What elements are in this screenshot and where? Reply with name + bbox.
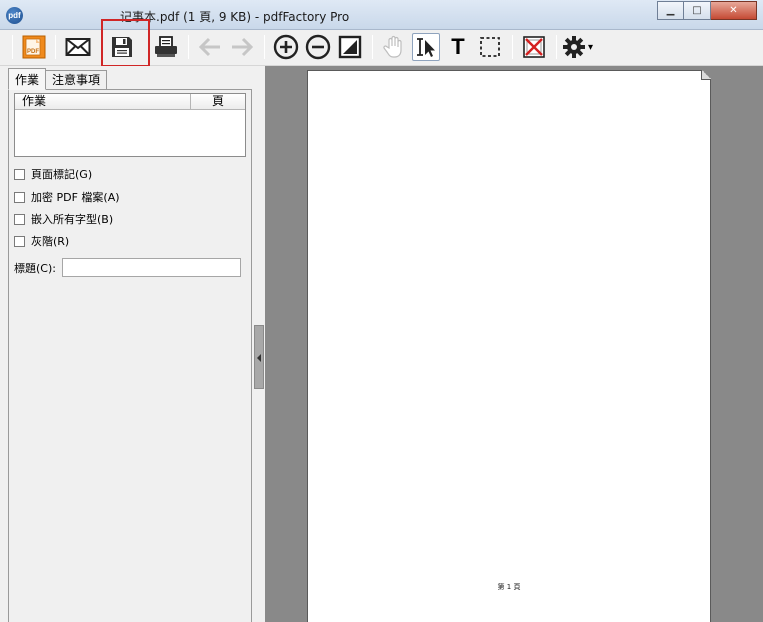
settings-button[interactable]: ▾ [562,33,602,61]
arrow-right-icon [232,37,254,57]
title-field-row: 標題(C): [14,258,241,277]
checkbox-label: 加密 PDF 檔案(A) [31,191,120,204]
arrow-left-icon [198,37,220,57]
pdf-file-button[interactable]: PDF [20,33,48,61]
checkbox-label: 嵌入所有字型(B) [31,213,114,226]
delete-page-icon [523,36,545,58]
tab-jobs[interactable]: 作業 [8,68,47,90]
svg-text:PDF: PDF [27,49,39,55]
zoom-in-button[interactable] [272,33,300,61]
toolbar-separator [55,35,56,59]
checkbox-label: 頁面標記(G) [31,168,93,181]
window-title: 记事本.pdf (1 頁, 9 KB) - pdfFactory Pro [120,10,350,24]
toolbar-separator [12,35,13,59]
toolbar-separator [188,35,189,59]
checkbox-box[interactable] [14,191,25,203]
pdf-file-icon: PDF [22,35,46,59]
checkbox-box[interactable] [14,213,25,225]
embed-fonts-checkbox[interactable]: 嵌入所有字型(B) [14,211,113,227]
marquee-select-button[interactable] [476,33,504,61]
delete-page-button[interactable] [520,33,548,61]
checkbox-label: 灰階(R) [31,235,70,248]
previous-button[interactable] [196,33,224,61]
settings-gear-icon [563,36,585,58]
pdf-preview-area[interactable]: 第 1 頁 [265,66,763,622]
encrypt-pdf-checkbox[interactable]: 加密 PDF 檔案(A) [14,189,120,205]
toolbar-separator [556,35,557,59]
jobs-list[interactable]: 作業 頁 [14,93,246,157]
page-footer-text: 第 1 頁 [497,583,521,591]
email-icon [65,38,91,56]
hand-tool-button[interactable] [380,33,408,61]
column-header-page[interactable]: 頁 [191,94,245,109]
print-icon [155,36,177,57]
panel-tabs: 作業 注意事項 [8,68,108,90]
text-select-button[interactable] [412,33,440,61]
zoom-in-icon [273,34,299,60]
hand-tool-icon [383,35,402,58]
text-tool-button[interactable]: T [444,33,472,61]
toolbar-separator [264,35,265,59]
window-controls: ▁ □ ✕ [657,1,757,21]
zoom-out-icon [305,34,331,60]
fit-page-button[interactable] [336,33,364,61]
pdf-page[interactable]: 第 1 頁 [307,70,711,622]
maximize-button[interactable]: □ [684,1,711,20]
title-input[interactable] [61,258,241,277]
marquee-select-icon [480,37,500,57]
toolbar-separator [372,35,373,59]
page-marks-checkbox[interactable]: 頁面標記(G) [14,166,92,182]
minimize-button[interactable]: ▁ [657,1,684,20]
jobs-list-header: 作業 頁 [15,94,245,110]
toolbar-separator [512,35,513,59]
grayscale-checkbox[interactable]: 灰階(R) [14,233,69,249]
fit-page-icon [338,35,362,59]
next-button[interactable] [228,33,256,61]
text-tool-icon: T [451,34,465,59]
close-button[interactable]: ✕ [711,1,757,20]
text-select-icon [417,38,435,57]
page-corner-fold [701,70,711,80]
checkbox-box[interactable] [14,235,25,247]
column-header-job[interactable]: 作業 [15,94,191,109]
email-button[interactable] [64,33,92,61]
chevron-down-icon: ▾ [588,41,594,53]
zoom-out-button[interactable] [304,33,332,61]
save-button-highlight [101,19,150,67]
panel-collapse-handle[interactable] [254,325,264,389]
tab-notes[interactable]: 注意事項 [45,70,108,90]
checkbox-box[interactable] [14,168,25,180]
title-field-label: 標題(C): [14,261,56,275]
pdffactory-app-icon[interactable]: pdf [6,7,23,24]
print-button[interactable] [152,33,180,61]
